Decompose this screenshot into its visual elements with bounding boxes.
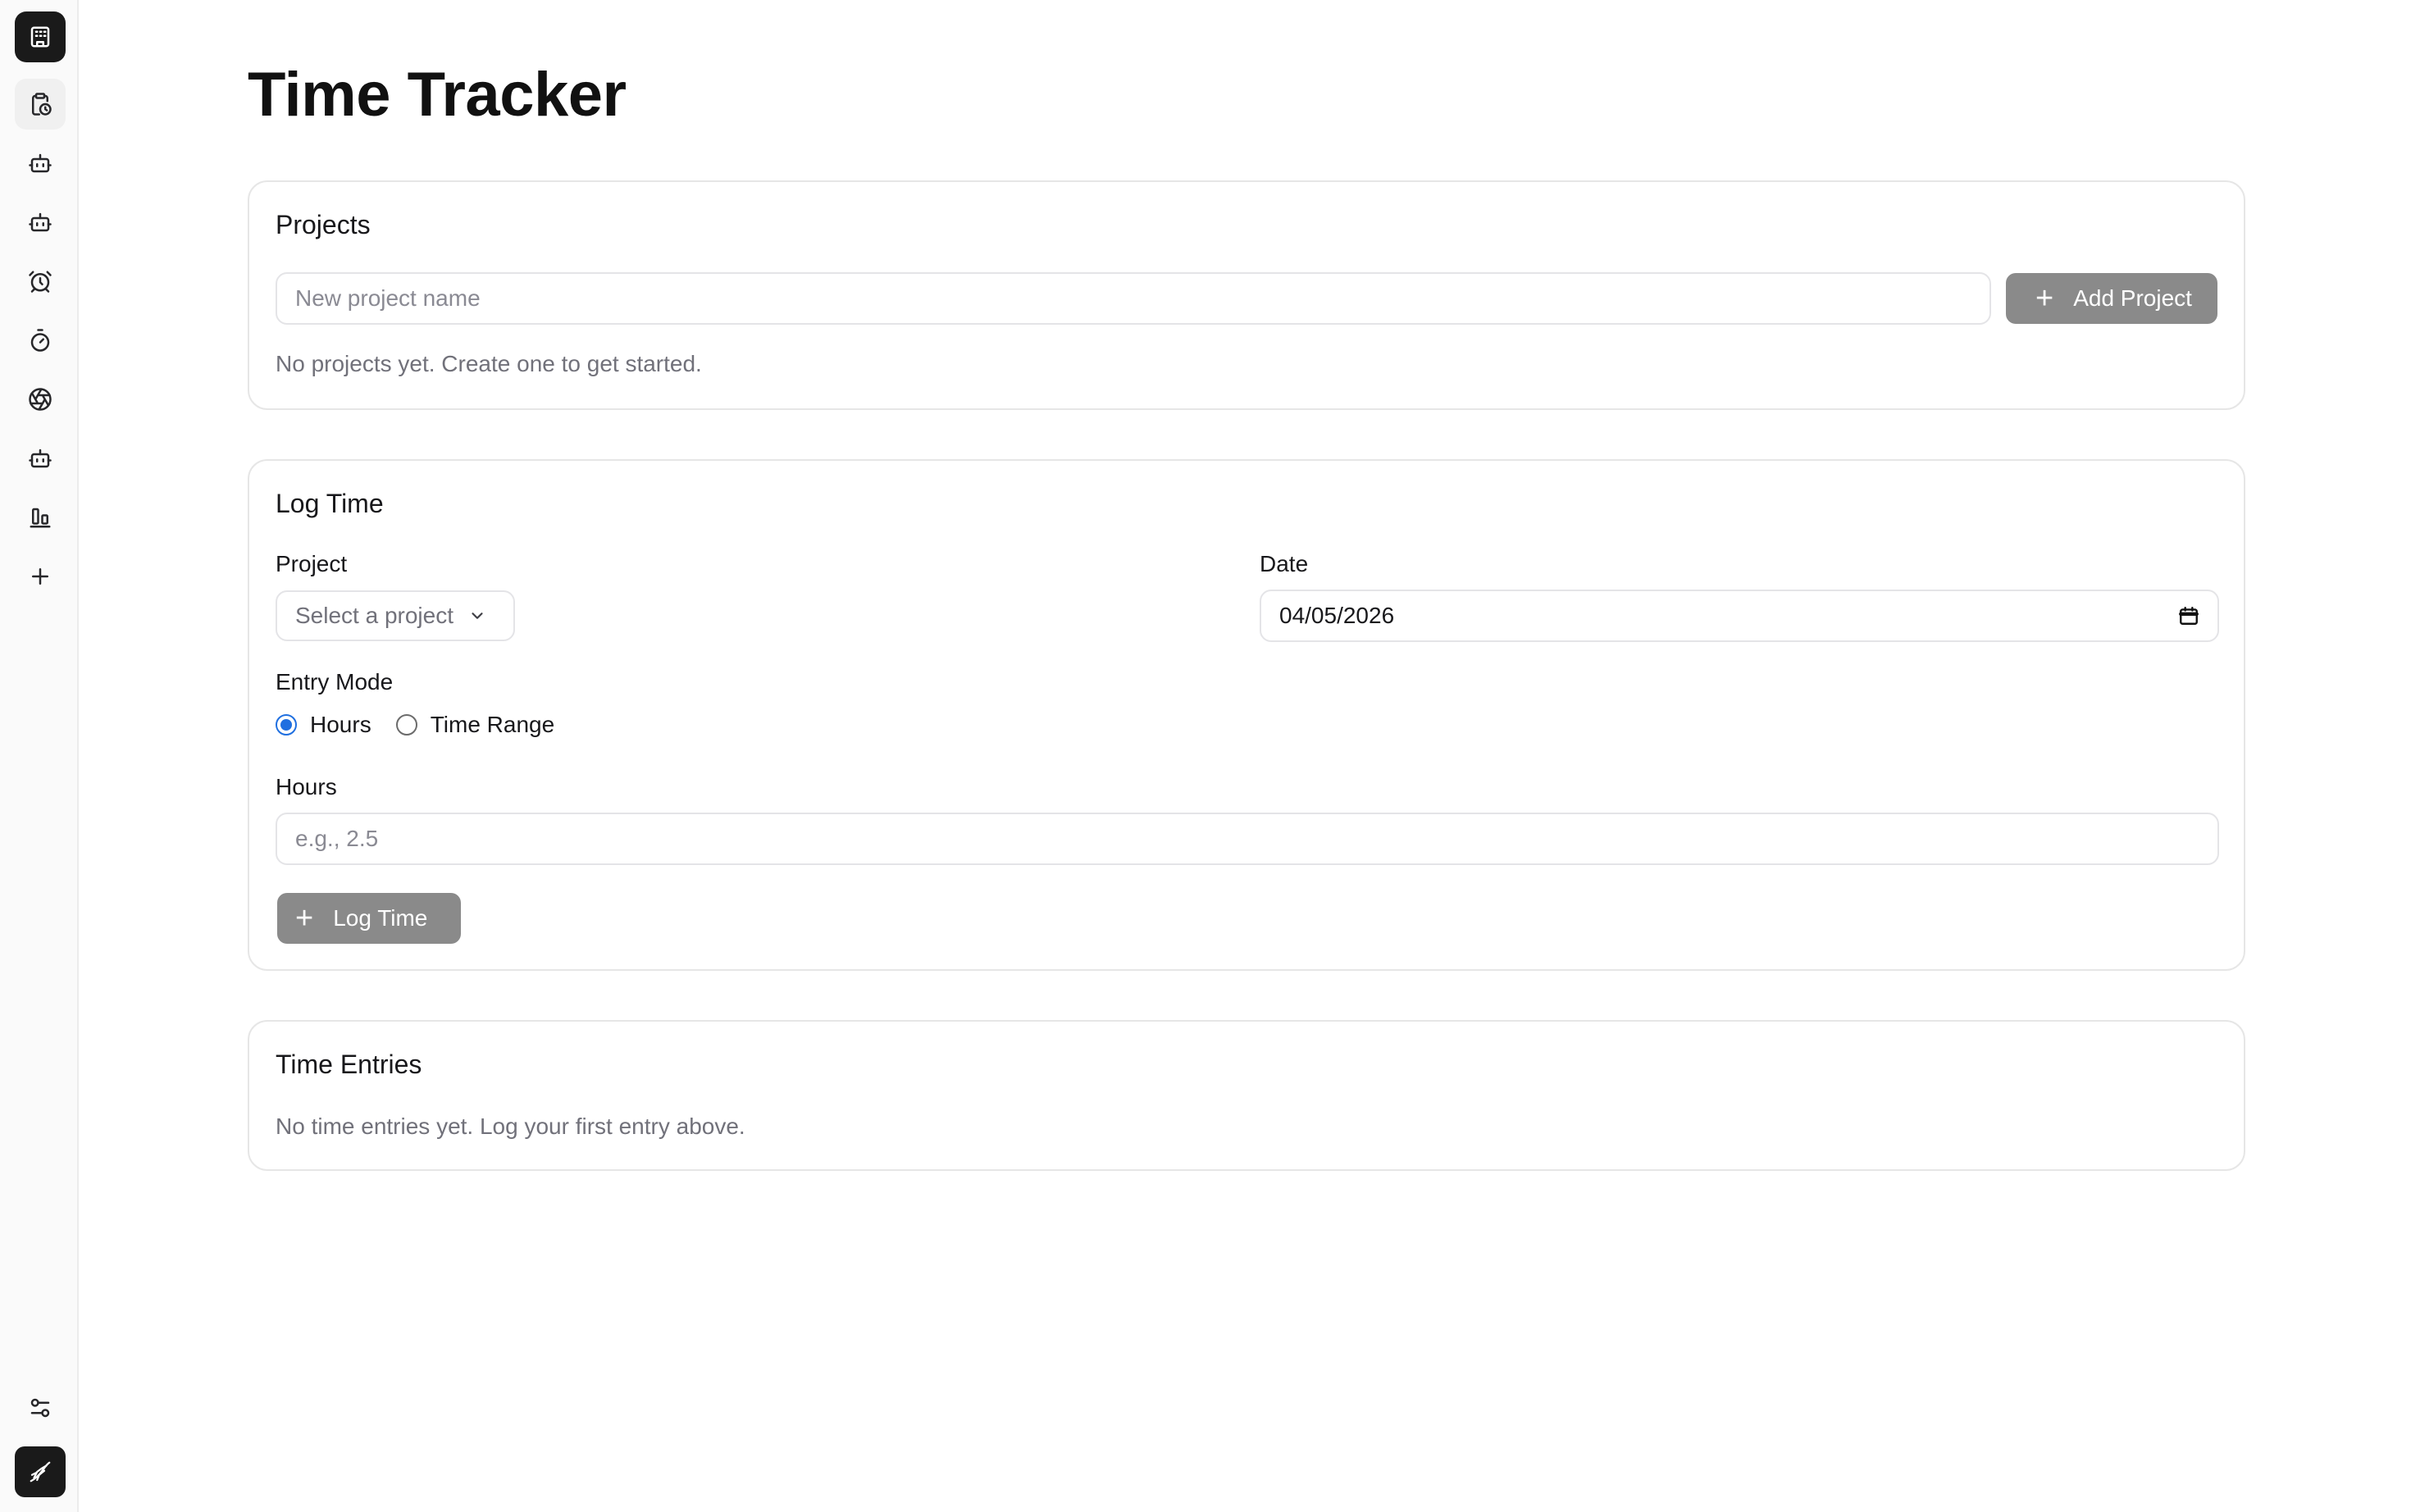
plus-icon: + bbox=[2035, 281, 2054, 316]
sidebar bbox=[0, 0, 79, 1512]
clipboard-clock-icon bbox=[32, 93, 52, 116]
bot-icon bbox=[29, 449, 52, 468]
building-icon bbox=[30, 26, 50, 48]
time-entries-card: Time Entries No time entries yet. Log yo… bbox=[248, 1020, 2245, 1171]
sidebar-item-bot-3[interactable] bbox=[15, 433, 66, 484]
sidebar-settings-button[interactable] bbox=[15, 1382, 66, 1433]
time-entries-empty-message: No time entries yet. Log your first entr… bbox=[276, 1114, 745, 1139]
sidebar-item-chart[interactable] bbox=[15, 492, 66, 543]
add-project-button[interactable]: + Add Project bbox=[2006, 273, 2217, 324]
projects-empty-message: No projects yet. Create one to get start… bbox=[276, 351, 702, 376]
timer-icon bbox=[30, 329, 50, 352]
project-select-value: Select a project bbox=[295, 603, 453, 628]
alarm-clock-icon bbox=[29, 271, 52, 293]
plus-icon: + bbox=[295, 901, 314, 936]
calendar-icon[interactable] bbox=[2178, 605, 2199, 626]
sidebar-item-timer[interactable] bbox=[15, 315, 66, 366]
entry-mode-group: Hours Time Range bbox=[276, 712, 554, 738]
log-time-card: Log Time Project Select a project Date 0… bbox=[248, 459, 2245, 971]
page-title: Time Tracker bbox=[248, 60, 627, 130]
bot-icon bbox=[29, 153, 52, 173]
sidebar-add-button[interactable] bbox=[15, 551, 66, 602]
sidebar-item-time-tracker[interactable] bbox=[15, 79, 66, 130]
hours-radio[interactable] bbox=[276, 714, 297, 736]
time-range-radio[interactable] bbox=[395, 714, 417, 736]
sidebar-item-bot-1[interactable] bbox=[15, 138, 66, 189]
entry-mode-label: Entry Mode bbox=[276, 669, 394, 695]
avatar-icon bbox=[30, 1461, 51, 1482]
project-select[interactable]: Select a project bbox=[276, 590, 515, 641]
time-entries-title: Time Entries bbox=[276, 1050, 422, 1079]
settings-sliders-icon bbox=[30, 1398, 50, 1418]
date-input[interactable]: 04/05/2026 bbox=[1260, 590, 2219, 642]
hours-input[interactable] bbox=[276, 813, 2219, 865]
sidebar-item-aperture[interactable] bbox=[15, 374, 66, 425]
chevron-down-icon bbox=[472, 613, 483, 619]
projects-title: Projects bbox=[276, 210, 371, 239]
hours-radio-label[interactable]: Hours bbox=[310, 712, 371, 738]
projects-card: Projects + Add Project No projects yet. … bbox=[248, 180, 2245, 410]
log-time-title: Log Time bbox=[276, 489, 384, 518]
bot-icon bbox=[29, 212, 52, 232]
hours-label: Hours bbox=[276, 774, 337, 799]
time-range-radio-label[interactable]: Time Range bbox=[431, 712, 554, 738]
user-avatar[interactable] bbox=[15, 1446, 66, 1497]
bar-chart-icon bbox=[30, 508, 51, 528]
sidebar-home-button[interactable] bbox=[15, 11, 66, 62]
plus-icon bbox=[32, 568, 48, 585]
sidebar-item-bot-2[interactable] bbox=[15, 197, 66, 248]
date-value: 04/05/2026 bbox=[1279, 603, 1395, 628]
aperture-icon bbox=[29, 388, 52, 411]
date-label: Date bbox=[1260, 551, 1309, 576]
app-root: Time Tracker Projects + Add Project No p… bbox=[0, 0, 2411, 1512]
new-project-input[interactable] bbox=[276, 272, 1991, 325]
main-content: Time Tracker Projects + Add Project No p… bbox=[79, 0, 2411, 1512]
log-time-button[interactable]: + Log Time bbox=[277, 893, 461, 944]
log-time-button-label: Log Time bbox=[333, 905, 428, 931]
add-project-label: Add Project bbox=[2073, 285, 2192, 311]
project-label: Project bbox=[276, 551, 348, 576]
sidebar-item-alarm[interactable] bbox=[15, 256, 66, 307]
